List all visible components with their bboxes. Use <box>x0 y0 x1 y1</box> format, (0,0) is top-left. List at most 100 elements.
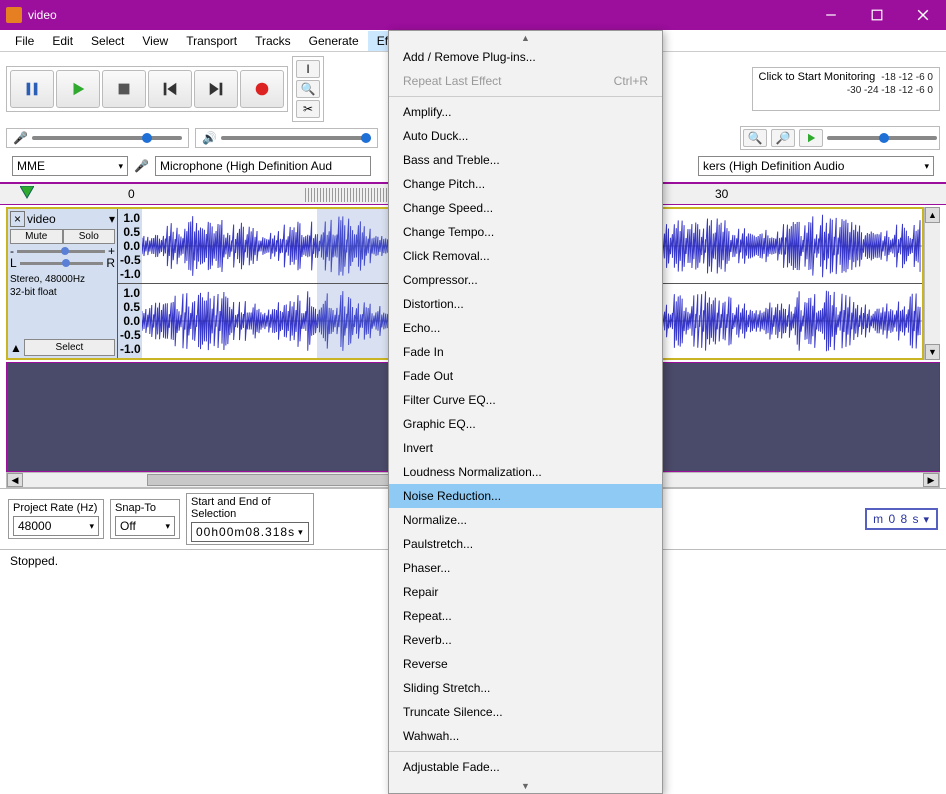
play-meter-ticks: -30 -24 -18 -12 -6 0 <box>847 85 933 96</box>
titlebar: video <box>0 0 946 30</box>
effect-item[interactable]: Auto Duck... <box>389 124 662 148</box>
effect-item[interactable]: Adjustable Fade... <box>389 755 662 779</box>
effect-item[interactable]: Change Speed... <box>389 196 662 220</box>
effect-item[interactable]: Change Pitch... <box>389 172 662 196</box>
zoom-out-button[interactable]: 🔎 <box>771 129 795 147</box>
record-button[interactable] <box>240 70 284 108</box>
stop-button[interactable] <box>102 70 146 108</box>
pan-slider[interactable]: LR <box>10 258 115 268</box>
effect-item[interactable]: Truncate Silence... <box>389 700 662 724</box>
menu-edit[interactable]: Edit <box>43 31 82 51</box>
speaker-icon: 🔊 <box>202 131 217 145</box>
pause-button[interactable] <box>10 70 54 108</box>
record-volume-slider[interactable]: 🎤 <box>6 128 189 148</box>
input-device-select[interactable]: Microphone (High Definition Aud <box>155 156 371 176</box>
minimize-button[interactable] <box>808 0 854 30</box>
effect-item[interactable]: Paulstretch... <box>389 532 662 556</box>
effect-item[interactable]: Reverse <box>389 652 662 676</box>
menu-scroll-up[interactable]: ▲ <box>389 31 662 45</box>
timeline-selection[interactable] <box>305 188 390 202</box>
effect-item[interactable]: Echo... <box>389 316 662 340</box>
zoom-in-button[interactable]: 🔍 <box>743 129 767 147</box>
track-name[interactable]: video <box>27 212 107 226</box>
menu-select[interactable]: Select <box>82 31 133 51</box>
skip-end-button[interactable] <box>194 70 238 108</box>
time-counter[interactable]: m 0 8 s▾ <box>865 508 938 530</box>
effect-item[interactable]: Amplify... <box>389 100 662 124</box>
effect-item[interactable]: Click Removal... <box>389 244 662 268</box>
effect-item[interactable]: Loudness Normalization... <box>389 460 662 484</box>
effect-item[interactable]: Add / Remove Plug-ins... <box>389 45 662 69</box>
play-button[interactable] <box>56 70 100 108</box>
play-button-small[interactable] <box>799 129 823 147</box>
status-text: Stopped. <box>10 554 58 568</box>
selection-start-field[interactable]: 00h00m08.318s▾ <box>191 522 309 542</box>
effect-item[interactable]: Repeat... <box>389 604 662 628</box>
collapse-button[interactable]: ▲ <box>10 341 22 355</box>
transport-toolbar <box>6 66 288 112</box>
tools-toolbar: I 🔍 ✂ <box>292 56 324 122</box>
snap-to-select[interactable]: Off▾ <box>115 516 175 536</box>
track-info: Stereo, 48000Hz <box>10 274 115 285</box>
mic-icon: 🎤 <box>13 131 28 145</box>
close-button[interactable] <box>900 0 946 30</box>
mic-icon: 🎤 <box>134 159 149 173</box>
menu-transport[interactable]: Transport <box>177 31 246 51</box>
meter-ticks: -18 -12 -6 0 <box>881 72 933 83</box>
menu-generate[interactable]: Generate <box>300 31 368 51</box>
effect-menu: ▲ Add / Remove Plug-ins...Repeat Last Ef… <box>388 30 663 794</box>
effect-item[interactable]: Sliding Stretch... <box>389 676 662 700</box>
effect-item[interactable]: Repair <box>389 580 662 604</box>
effect-item[interactable]: Noise Reduction... <box>389 484 662 508</box>
effect-item[interactable]: Bass and Treble... <box>389 148 662 172</box>
menu-view[interactable]: View <box>133 31 177 51</box>
label: Start and End of Selection <box>191 496 309 520</box>
audio-host-select[interactable]: MME▾ <box>12 156 128 176</box>
effect-item[interactable]: Fade Out <box>389 364 662 388</box>
skip-start-button[interactable] <box>148 70 192 108</box>
track-control-panel: × video ▾ Mute Solo -+ LR Stereo, 48000H… <box>8 209 118 358</box>
cut-tool[interactable]: ✂ <box>296 100 320 118</box>
effect-item[interactable]: Phaser... <box>389 556 662 580</box>
effect-item: Repeat Last EffectCtrl+R <box>389 69 662 93</box>
track-close-button[interactable]: × <box>10 211 25 227</box>
effect-item[interactable]: Distortion... <box>389 292 662 316</box>
menu-scroll-down[interactable]: ▼ <box>389 779 662 793</box>
mute-button[interactable]: Mute <box>10 229 63 244</box>
playback-volume-slider[interactable]: 🔊 <box>195 128 378 148</box>
effect-item[interactable]: Graphic EQ... <box>389 412 662 436</box>
app-icon <box>6 7 22 23</box>
timeline-tick: 30 <box>715 187 728 201</box>
vertical-scale: 1.00.50.0-0.5-1.0 <box>118 284 142 358</box>
zoom-tool[interactable]: 🔍 <box>296 80 320 98</box>
vertical-scale: 1.00.50.0-0.5-1.0 <box>118 209 142 283</box>
solo-button[interactable]: Solo <box>63 229 116 244</box>
effect-item[interactable]: Invert <box>389 436 662 460</box>
maximize-button[interactable] <box>854 0 900 30</box>
select-button[interactable]: Select <box>24 339 115 356</box>
output-device-select[interactable]: kers (High Definition Audio▾ <box>698 156 934 176</box>
playhead-icon[interactable] <box>20 186 34 200</box>
effect-item[interactable]: Normalize... <box>389 508 662 532</box>
record-meter[interactable]: Click to Start Monitoring -18 -12 -6 0 -… <box>752 67 940 111</box>
effect-item[interactable]: Wahwah... <box>389 724 662 748</box>
window-title: video <box>28 8 808 22</box>
menu-file[interactable]: File <box>6 31 43 51</box>
menu-tracks[interactable]: Tracks <box>246 31 300 51</box>
timeline-tick: 0 <box>128 187 135 201</box>
label: Snap-To <box>115 502 175 514</box>
effect-item[interactable]: Fade In <box>389 340 662 364</box>
vertical-scrollbar[interactable]: ▲ ▼ <box>924 207 940 360</box>
label: Project Rate (Hz) <box>13 502 99 514</box>
effect-item[interactable]: Reverb... <box>389 628 662 652</box>
effect-item[interactable]: Compressor... <box>389 268 662 292</box>
gain-slider[interactable]: -+ <box>10 246 115 256</box>
selection-tool[interactable]: I <box>296 60 320 78</box>
monitor-text: Click to Start Monitoring <box>759 71 876 83</box>
project-rate-select[interactable]: 48000▾ <box>13 516 99 536</box>
playback-speed-slider[interactable] <box>827 136 937 140</box>
effect-item[interactable]: Change Tempo... <box>389 220 662 244</box>
track-menu-button[interactable]: ▾ <box>109 212 115 226</box>
track-info: 32-bit float <box>10 287 115 298</box>
effect-item[interactable]: Filter Curve EQ... <box>389 388 662 412</box>
